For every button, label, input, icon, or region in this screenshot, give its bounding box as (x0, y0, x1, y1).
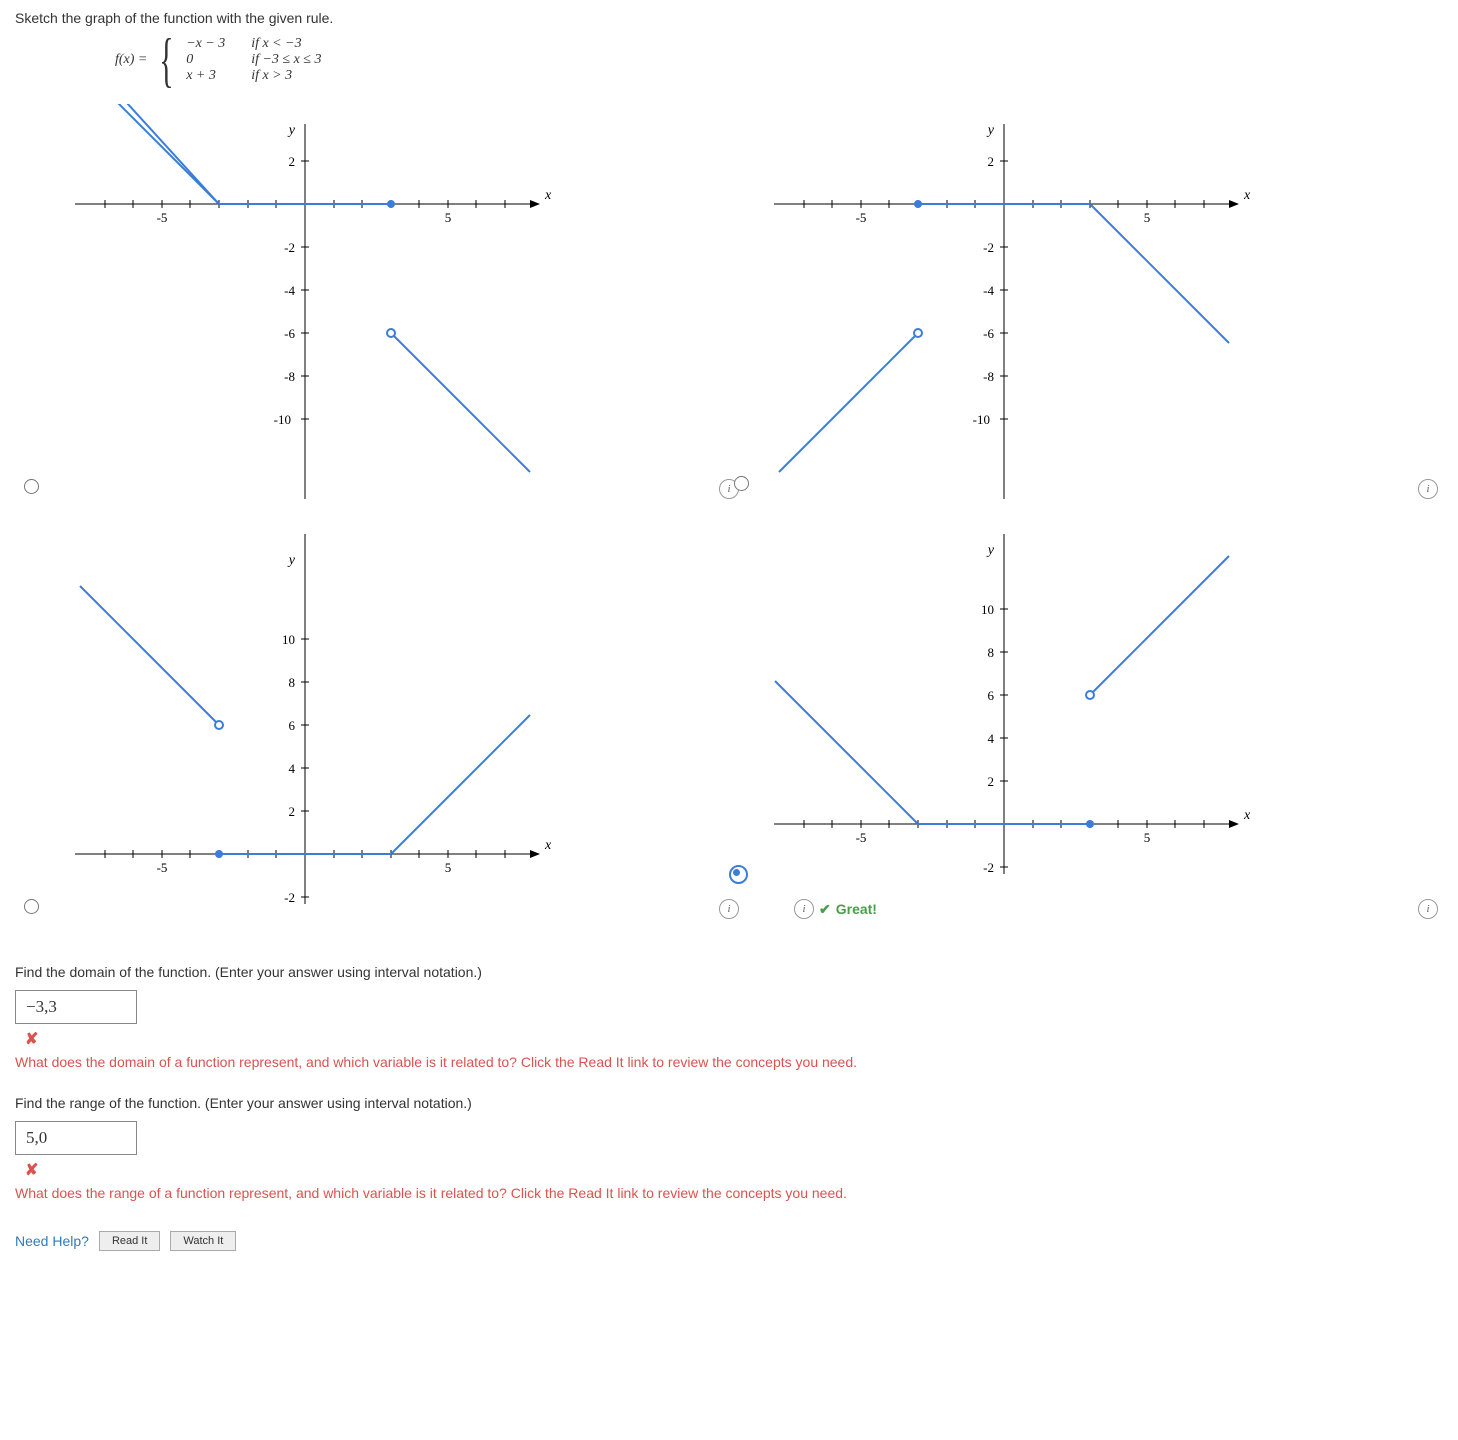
svg-text:-6: -6 (983, 326, 994, 341)
graph-option-3: -5 5 10 8 6 4 2 -2 y x i (55, 524, 744, 924)
svg-text:y: y (287, 553, 296, 568)
svg-text:2: 2 (988, 154, 995, 169)
svg-text:-2: -2 (284, 890, 295, 905)
range-hint: What does the range of a function repres… (15, 1185, 1443, 1201)
svg-text:-2: -2 (983, 860, 994, 875)
svg-text:-4: -4 (284, 283, 295, 298)
need-help-row: Need Help? Read It Watch It (15, 1231, 1443, 1251)
svg-text:5: 5 (445, 210, 452, 225)
incorrect-icon: ✘ (25, 1162, 38, 1179)
svg-text:5: 5 (445, 860, 452, 875)
correct-feedback: i ✔ Great! (794, 899, 1443, 919)
svg-text:-2: -2 (983, 240, 994, 255)
read-it-button[interactable]: Read It (99, 1231, 160, 1251)
svg-text:5: 5 (1144, 830, 1151, 845)
function-lhs: f(x) = (115, 52, 147, 68)
graph-option-1: -5 5 2 -2 -4 -6 -8 -10 y x (55, 104, 744, 504)
graph-option-4: -5 5 10 8 6 4 2 -2 y x i i ✔ G (754, 524, 1443, 924)
graph-option-1-radio[interactable] (24, 479, 39, 494)
incorrect-icon: ✘ (25, 1031, 38, 1048)
svg-text:-10: -10 (274, 412, 291, 427)
svg-text:-5: -5 (856, 210, 867, 225)
svg-text:-5: -5 (856, 830, 867, 845)
graph-option-2-radio[interactable] (734, 476, 749, 491)
svg-text:x: x (1243, 808, 1251, 823)
svg-text:10: 10 (282, 632, 295, 647)
svg-text:y: y (287, 123, 296, 138)
svg-text:y: y (986, 543, 995, 558)
info-icon[interactable]: i (1418, 479, 1438, 499)
svg-text:8: 8 (289, 675, 296, 690)
svg-text:x: x (544, 188, 552, 203)
svg-text:-8: -8 (983, 369, 994, 384)
piece-expr-2: x + 3 (186, 68, 251, 84)
brace-icon: { (160, 36, 174, 84)
svg-text:-5: -5 (157, 860, 168, 875)
svg-text:6: 6 (289, 718, 296, 733)
graph-option-4-radio[interactable] (729, 865, 748, 884)
domain-answer-input[interactable]: −3,3 (15, 990, 137, 1024)
info-icon[interactable]: i (719, 899, 739, 919)
info-icon[interactable]: i (794, 899, 814, 919)
piece-expr-1: 0 (186, 52, 251, 68)
domain-hint: What does the domain of a function repre… (15, 1054, 1443, 1070)
svg-text:8: 8 (988, 645, 995, 660)
svg-text:4: 4 (289, 761, 296, 776)
svg-text:5: 5 (1144, 210, 1151, 225)
svg-text:6: 6 (988, 688, 995, 703)
svg-text:-8: -8 (284, 369, 295, 384)
function-definition: f(x) = { −x − 3 if x < −3 0 if −3 ≤ x ≤ … (115, 36, 1443, 84)
svg-text:-4: -4 (983, 283, 994, 298)
info-icon[interactable]: i (1418, 899, 1438, 919)
piece-cond-2: if x > 3 (251, 68, 381, 84)
svg-text:-10: -10 (973, 412, 990, 427)
piece-cond-0: if x < −3 (251, 36, 381, 52)
svg-text:-2: -2 (284, 240, 295, 255)
svg-text:2: 2 (289, 154, 296, 169)
svg-text:2: 2 (988, 774, 995, 789)
range-answer-input[interactable]: 5,0 (15, 1121, 137, 1155)
svg-text:x: x (1243, 188, 1251, 203)
svg-text:-5: -5 (157, 210, 168, 225)
piece-cond-1: if −3 ≤ x ≤ 3 (251, 52, 381, 68)
svg-text:2: 2 (289, 804, 296, 819)
watch-it-button[interactable]: Watch It (170, 1231, 236, 1251)
svg-text:4: 4 (988, 731, 995, 746)
graph-option-2: -5 5 2 -2 -4 -6 -8 -10 y x i (754, 104, 1443, 504)
question-prompt: Sketch the graph of the function with th… (15, 10, 1443, 26)
feedback-text: Great! (836, 901, 877, 917)
svg-text:-6: -6 (284, 326, 295, 341)
need-help-label: Need Help? (15, 1233, 89, 1249)
graph-option-3-radio[interactable] (24, 899, 39, 914)
range-question: Find the range of the function. (Enter y… (15, 1095, 1443, 1111)
domain-question: Find the domain of the function. (Enter … (15, 964, 1443, 980)
svg-text:y: y (986, 123, 995, 138)
svg-text:10: 10 (981, 602, 994, 617)
svg-text:x: x (544, 838, 552, 853)
piece-expr-0: −x − 3 (186, 36, 251, 52)
check-icon: ✔ (819, 901, 831, 918)
